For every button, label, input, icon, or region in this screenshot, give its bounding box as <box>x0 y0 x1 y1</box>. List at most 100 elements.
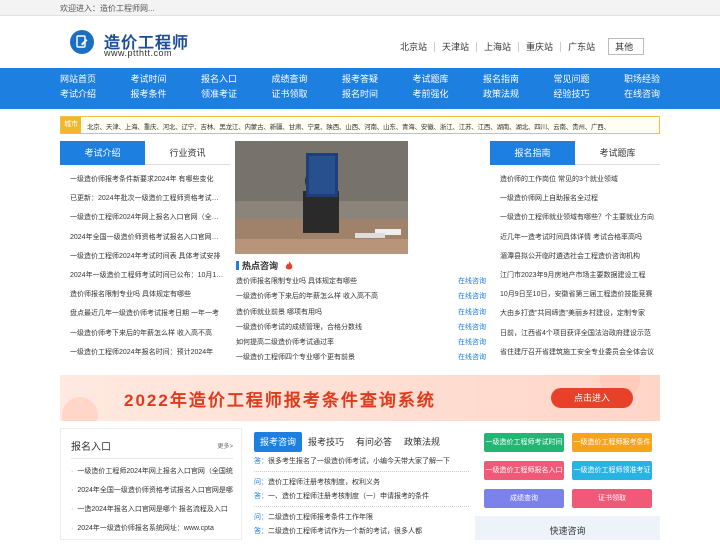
site-shanghai[interactable]: 上海站 <box>476 41 518 52</box>
list-item[interactable]: 一级造价工程师就业领域有哪些？个主要就业方向 <box>500 212 655 231</box>
hot-row: 一级造价师考试的成绩管理，合格分数线 在线咨询 <box>236 322 486 337</box>
list-item[interactable]: 造价师的工作岗位 常见的3个就业领域 <box>500 174 655 193</box>
site-other-select[interactable]: 其他 <box>608 38 645 55</box>
list-item[interactable]: 2024年一级造价工程师考试时间已公布：10月19日 <box>70 270 225 289</box>
nav-item[interactable]: 领准考证 <box>201 89 272 100</box>
tab-tips[interactable]: 报考技巧 <box>302 432 350 452</box>
registration-button[interactable]: 一级造价工程师报名入口 <box>484 461 564 480</box>
hot-question[interactable]: 一级造价师考试的成绩管理，合格分数线 <box>236 322 436 337</box>
nav-item[interactable]: 考试介绍 <box>60 89 131 100</box>
list-item[interactable]: 一级造价工程师2024年网上报名入口官网（全国统一） <box>70 212 225 231</box>
nav-item[interactable]: 报考条件 <box>131 89 202 100</box>
more-link[interactable]: 更多> <box>217 441 233 450</box>
certificate-button[interactable]: 证书领取 <box>572 489 652 508</box>
nav-item[interactable]: 常见问题 <box>554 74 625 85</box>
tab-policy[interactable]: 政策法规 <box>398 432 446 452</box>
list-item[interactable]: 10月9日至10日，安徽省第三届工程造价技能竞赛 <box>500 289 655 308</box>
list-item[interactable]: 2024年一级造价师报名系统网址：www.cpta <box>71 519 233 538</box>
list-item[interactable]: 一级造价工程师2024年网上报名入口官网（全国统一） <box>71 462 233 481</box>
list-item[interactable]: 盘点最近几年一级造价师考试报考日期 一年一考 <box>70 308 225 327</box>
qa-row[interactable]: 问：造价工程师注册考核制度，权利义务 <box>254 476 469 490</box>
requirements-button[interactable]: 一级造价工程师报考条件 <box>572 433 652 452</box>
list-item[interactable]: 江门市2023年9月房地产市场主要数据建设工程 <box>500 270 655 289</box>
logo-url: www.ptthtt.com <box>104 48 173 58</box>
consult-link[interactable]: 在线咨询 <box>458 352 486 367</box>
score-query-button[interactable]: 成绩查询 <box>484 489 564 508</box>
tab-industry-news[interactable]: 行业资讯 <box>145 141 230 165</box>
list-item[interactable]: 一级造价工程师2024年报名时间：预计2024年 <box>70 347 225 366</box>
qa-marker: 问： <box>254 514 268 521</box>
promo-banner[interactable]: 2022年造价工程师报考条件查询系统 点击进入 <box>60 375 660 421</box>
hot-question[interactable]: 如何提高二级造价师考试通过率 <box>236 337 436 352</box>
qa-tabs: 报考咨询 报考技巧 有问必答 政策法规 <box>254 432 446 452</box>
list-item[interactable]: 一造2024年报名入口官网是哪个 报名流程及入口 <box>71 500 233 519</box>
nav-item[interactable]: 考试题库 <box>413 74 484 85</box>
list-item[interactable]: 2024年全国一级造价师资格考试报名入口官网是哪个 <box>71 481 233 500</box>
nav-item[interactable]: 在线咨询 <box>624 89 695 100</box>
nav-item[interactable]: 考试时间 <box>131 74 202 85</box>
list-item[interactable]: 近几年一造考试时间具体详情 考试合格率高吗 <box>500 232 655 251</box>
nav-item[interactable]: 报名指南 <box>483 74 554 85</box>
site-tianjin[interactable]: 天津站 <box>434 41 476 52</box>
qa-text: 造价工程师注册考核制度，权利义务 <box>268 479 380 486</box>
feature-photo[interactable] <box>235 141 408 254</box>
consult-link[interactable]: 在线咨询 <box>458 322 486 337</box>
list-item[interactable]: 一级造价师网上自助报名全过程 <box>500 193 655 212</box>
qa-row[interactable]: 答：一、造价工程师注册考核制度（一）申请报考的条件 <box>254 490 469 504</box>
list-item[interactable]: 一级造价工程师2024年考试时间表 具体考试安排 <box>70 251 225 270</box>
qa-text: 二级造价工程师报考条件工作年限 <box>268 514 373 521</box>
tab-registration-guide[interactable]: 报名指南 <box>490 141 575 165</box>
nav-item[interactable]: 报考答疑 <box>342 74 413 85</box>
list-item[interactable]: 一级造价师考下来后的年薪怎么样 收入高不高 <box>70 328 225 347</box>
nav-item[interactable]: 报名入口 <box>201 74 272 85</box>
nav-item[interactable]: 职场经验 <box>624 74 695 85</box>
list-item[interactable]: 省住建厅召开省建筑施工安全专业委员会全体会议 <box>500 347 655 366</box>
consult-link[interactable]: 在线咨询 <box>458 291 486 306</box>
list-item[interactable]: 2024年全国一级造价师资格考试报名入口官网是哪个 <box>70 232 225 251</box>
hot-row: 造价师就业前景 哪项有用吗 在线咨询 <box>236 307 486 322</box>
qa-row[interactable]: 答：二级造价工程师考试作为一个新的考试，很多人都 <box>254 525 469 539</box>
nav-item[interactable]: 政策法规 <box>483 89 554 100</box>
city-list[interactable]: 北京、天津、上海、重庆、河北、辽宁、吉林、黑龙江、内蒙古、新疆、甘肃、宁夏、陕西… <box>87 121 610 131</box>
qa-text: 二级造价工程师考试作为一个新的考试，很多人都 <box>268 528 422 535</box>
nav-item[interactable]: 证书领取 <box>272 89 343 100</box>
consult-link[interactable]: 在线咨询 <box>458 307 486 322</box>
banner-enter-button[interactable]: 点击进入 <box>551 388 633 408</box>
exam-time-button[interactable]: 一级造价工程师考试时间 <box>484 433 564 452</box>
admission-ticket-button[interactable]: 一级造价工程师领准考证 <box>572 461 652 480</box>
logo-icon[interactable] <box>70 30 94 54</box>
tab-exam-bank[interactable]: 考试题库 <box>575 141 660 165</box>
qa-text: 一、造价工程师注册考核制度（一）申请报考的条件 <box>268 493 429 500</box>
hot-question[interactable]: 造价师报名限制专业吗 具体规定有哪些 <box>236 276 436 291</box>
nav-item[interactable]: 成绩查询 <box>272 74 343 85</box>
site-guangdong[interactable]: 广东站 <box>560 41 602 52</box>
top-bar: 欢迎进入：造价工程师网... <box>0 0 720 16</box>
site-beijing[interactable]: 北京站 <box>393 42 434 52</box>
nav-item[interactable]: 网站首页 <box>60 74 131 85</box>
list-item[interactable]: 日前，江西省4个项目获评全国法治政府建设示范 <box>500 328 655 347</box>
tab-consult[interactable]: 报考咨询 <box>254 432 303 452</box>
nav-item[interactable]: 经验技巧 <box>554 89 625 100</box>
nav-item[interactable]: 考前强化 <box>413 89 484 100</box>
tab-qa[interactable]: 有问必答 <box>350 432 398 452</box>
city-bar: 城市 北京、天津、上海、重庆、河北、辽宁、吉林、黑龙江、内蒙古、新疆、甘肃、宁夏… <box>60 116 660 134</box>
site-chongqing[interactable]: 重庆站 <box>518 41 560 52</box>
hot-question[interactable]: 一级造价工程师四个专业哪个更有前景 <box>236 352 436 367</box>
consult-link[interactable]: 在线咨询 <box>458 337 486 352</box>
nav-item[interactable]: 报名时间 <box>342 89 413 100</box>
list-item[interactable]: 已更新：2024年批次一级造价工程师资格考试报名 <box>70 193 225 212</box>
fire-icon <box>285 261 293 270</box>
banner-title: 2022年造价工程师报考条件查询系统 <box>124 391 436 410</box>
tab-exam-intro[interactable]: 考试介绍 <box>60 141 145 165</box>
left-news-list: 一级造价师报考条件新要求2024年 有哪些变化 已更新：2024年批次一级造价工… <box>70 174 225 366</box>
list-item[interactable]: 一级造价师报考条件新要求2024年 有哪些变化 <box>70 174 225 193</box>
qa-row[interactable]: 答：很多考生报名了一级造价师考试，小编今天带大家了解一下 <box>254 455 469 469</box>
list-item[interactable]: 湄潭县拟公开临时遴选社会工程造价咨询机构 <box>500 251 655 270</box>
consult-link[interactable]: 在线咨询 <box>458 276 486 291</box>
qa-row[interactable]: 问：二级造价工程师报考条件工作年限 <box>254 511 469 525</box>
hot-row: 一级造价师考下来后的年薪怎么样 收入高不高 在线咨询 <box>236 291 486 306</box>
hot-question[interactable]: 一级造价师考下来后的年薪怎么样 收入高不高 <box>236 291 436 306</box>
list-item[interactable]: 造价师报名限制专业吗 具体规定有哪些 <box>70 289 225 308</box>
list-item[interactable]: 大由乡打造"共同缔造"美丽乡村建设，定制专家 <box>500 308 655 327</box>
hot-question[interactable]: 造价师就业前景 哪项有用吗 <box>236 307 436 322</box>
